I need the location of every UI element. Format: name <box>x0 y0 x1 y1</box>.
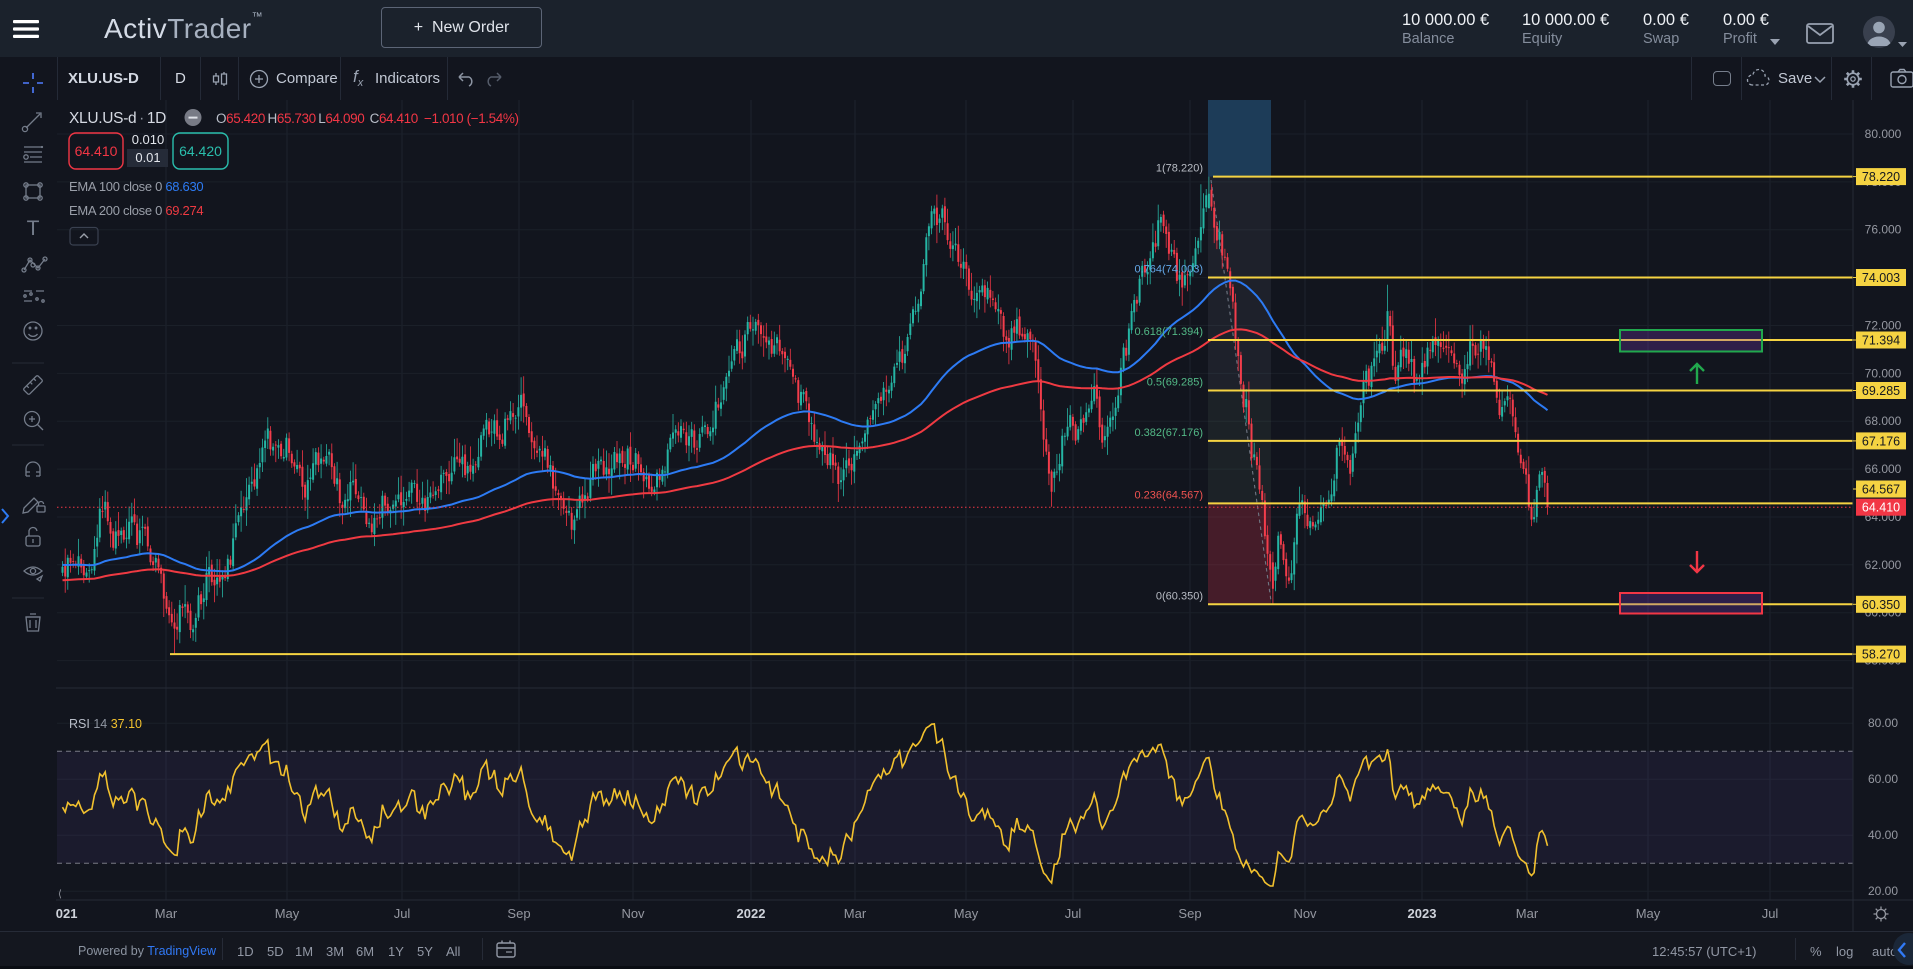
svg-text:74.003: 74.003 <box>1862 271 1900 285</box>
svg-text:64.410: 64.410 <box>75 143 118 159</box>
svg-text:0.764(74.003): 0.764(74.003) <box>1135 264 1204 276</box>
svg-text:Sep: Sep <box>1178 906 1201 921</box>
svg-text:Mar: Mar <box>844 906 867 921</box>
svg-text:20.00: 20.00 <box>1868 884 1898 898</box>
svg-text:Mar: Mar <box>1516 906 1539 921</box>
svg-text:40.00: 40.00 <box>1868 828 1898 842</box>
svg-text:May: May <box>954 906 979 921</box>
svg-text:60.00: 60.00 <box>1868 772 1898 786</box>
svg-text:0(60.350): 0(60.350) <box>1156 590 1203 602</box>
svg-text:O65.420H65.730L64.090C64.410−1: O65.420H65.730L64.090C64.410−1.010 (−1.5… <box>216 111 519 126</box>
svg-text:69.285: 69.285 <box>1862 384 1900 398</box>
svg-text:60.350: 60.350 <box>1862 598 1900 612</box>
svg-text:⟨: ⟨ <box>58 889 62 900</box>
svg-text:May: May <box>275 906 300 921</box>
svg-text:0.01: 0.01 <box>135 150 160 165</box>
svg-text:May: May <box>1636 906 1661 921</box>
svg-text:0.5(69.285): 0.5(69.285) <box>1147 377 1203 389</box>
svg-text:64.567: 64.567 <box>1862 483 1900 497</box>
svg-text:Nov: Nov <box>621 906 645 921</box>
svg-text:2023: 2023 <box>1408 906 1437 921</box>
svg-text:Jul: Jul <box>1762 906 1779 921</box>
svg-text:Sep: Sep <box>507 906 530 921</box>
svg-text:70.000: 70.000 <box>1865 366 1902 380</box>
svg-text:EMA 200 close 0 69.274: EMA 200 close 0 69.274 <box>69 203 203 218</box>
svg-text:76.000: 76.000 <box>1865 223 1902 237</box>
svg-text:64.410: 64.410 <box>1862 501 1900 515</box>
svg-text:Jul: Jul <box>394 906 411 921</box>
svg-text:80.000: 80.000 <box>1865 127 1902 141</box>
svg-text:68.000: 68.000 <box>1865 414 1902 428</box>
svg-text:2022: 2022 <box>737 906 766 921</box>
svg-text:0.010: 0.010 <box>132 132 165 147</box>
svg-text:78.220: 78.220 <box>1862 170 1900 184</box>
svg-text:Nov: Nov <box>1293 906 1317 921</box>
svg-text:0.236(64.567): 0.236(64.567) <box>1135 489 1204 501</box>
svg-text:71.394: 71.394 <box>1862 334 1900 348</box>
svg-text:RSI 14 37.10: RSI 14 37.10 <box>69 717 142 731</box>
svg-text:0.382(67.176): 0.382(67.176) <box>1135 427 1204 439</box>
svg-text:1(78.220): 1(78.220) <box>1156 163 1203 175</box>
svg-text:66.000: 66.000 <box>1865 462 1902 476</box>
svg-text:64.420: 64.420 <box>179 143 222 159</box>
svg-text:2021: 2021 <box>56 906 77 921</box>
svg-text:67.176: 67.176 <box>1862 434 1900 448</box>
svg-text:XLU.US-d · 1D: XLU.US-d · 1D <box>69 110 166 127</box>
svg-text:58.270: 58.270 <box>1862 648 1900 662</box>
svg-text:T: T <box>27 217 40 240</box>
svg-text:62.000: 62.000 <box>1865 558 1902 572</box>
svg-text:72.000: 72.000 <box>1865 319 1902 333</box>
svg-text:0.618(71.394): 0.618(71.394) <box>1135 326 1204 338</box>
svg-text:80.00: 80.00 <box>1868 716 1898 730</box>
svg-text:Mar: Mar <box>155 906 178 921</box>
svg-text:Jul: Jul <box>1065 906 1082 921</box>
svg-text:EMA 100 close 0 68.630: EMA 100 close 0 68.630 <box>69 179 203 194</box>
